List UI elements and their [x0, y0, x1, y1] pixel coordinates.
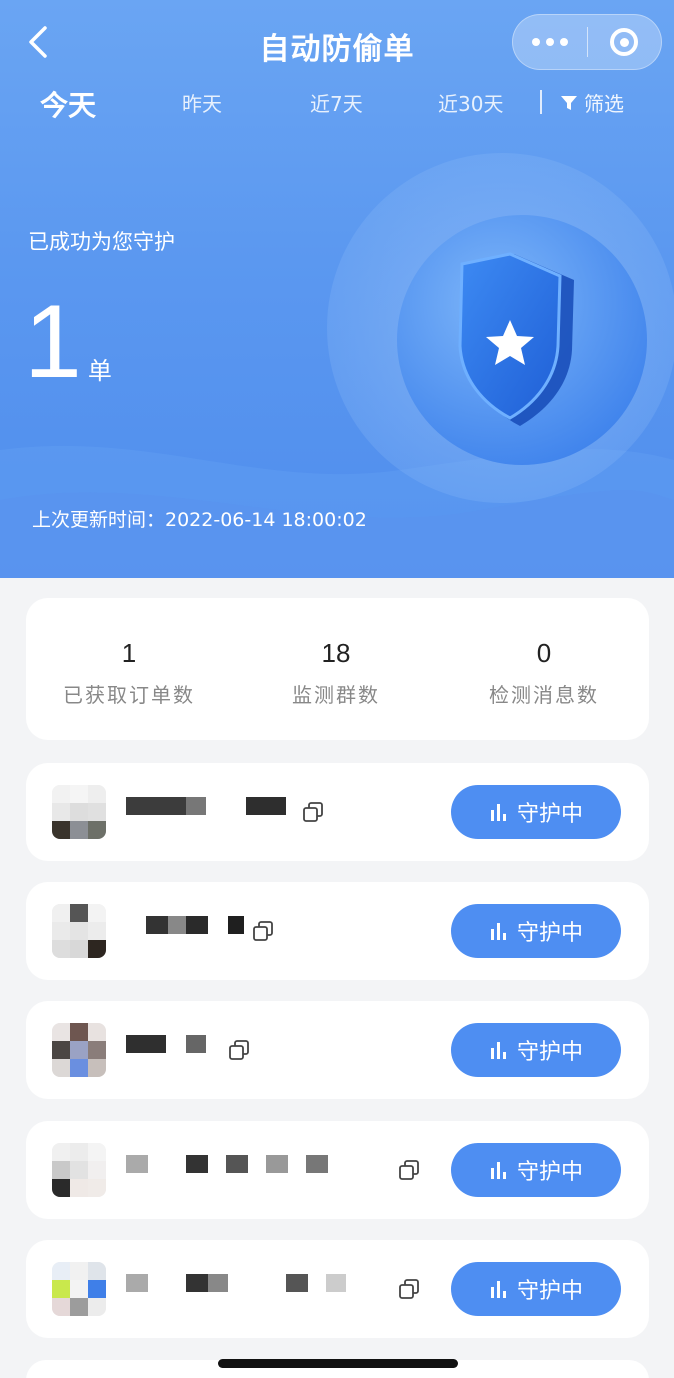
bar-chart-icon — [490, 923, 506, 940]
tab-7-days[interactable]: 近7天 — [310, 88, 363, 117]
tab-30-days[interactable]: 近30天 — [438, 88, 503, 117]
stats-card: 1 已获取订单数 18 监测群数 0 检测消息数 — [26, 598, 649, 740]
guarding-button-label: 守护中 — [516, 1160, 583, 1185]
stat-groups-label: 监测群数 — [292, 683, 380, 707]
guarding-button[interactable]: 守护中 — [451, 904, 621, 958]
bar-chart-icon — [490, 1281, 506, 1298]
stat-orders-value: 1 — [121, 638, 137, 668]
home-indicator — [218, 1359, 458, 1368]
group-card[interactable]: 守护中 — [26, 1121, 649, 1219]
navigation-bar: 自动防偷单 — [0, 0, 674, 86]
protected-count: 1 单 — [24, 284, 112, 400]
guarding-button[interactable]: 守护中 — [451, 1262, 621, 1316]
copy-icon[interactable] — [302, 801, 324, 823]
guarding-button[interactable]: 守护中 — [451, 1143, 621, 1197]
stat-messages: 0 检测消息数 — [444, 638, 644, 708]
group-card[interactable]: 守护中 — [26, 763, 649, 861]
stat-groups-value: 18 — [321, 638, 351, 668]
group-card[interactable]: 守护中 — [26, 882, 649, 980]
guarding-button-label: 守护中 — [516, 1040, 583, 1065]
protected-count-number: 1 — [24, 284, 82, 400]
protected-label: 已成功为您守护 — [28, 230, 175, 254]
stat-messages-value: 0 — [536, 638, 552, 668]
stat-messages-label: 检测消息数 — [489, 683, 599, 707]
tab-yesterday[interactable]: 昨天 — [182, 88, 222, 117]
tab-today[interactable]: 今天 — [40, 84, 96, 124]
stat-orders: 1 已获取订单数 — [29, 638, 229, 708]
copy-icon[interactable] — [398, 1278, 420, 1300]
tab-divider — [540, 90, 542, 114]
shield-star-icon — [458, 252, 574, 426]
stat-groups: 18 监测群数 — [236, 638, 436, 708]
group-avatar — [52, 1023, 106, 1077]
guarding-button-label: 守护中 — [516, 802, 583, 827]
filter-label: 筛选 — [584, 92, 624, 116]
group-card[interactable]: 守护中 — [26, 1240, 649, 1338]
protected-count-unit: 单 — [87, 357, 112, 385]
group-card[interactable]: 守护中 — [26, 1001, 649, 1099]
last-update-time: 上次更新时间：2022-06-14 18:00:02 — [32, 509, 367, 531]
close-button[interactable] — [588, 14, 662, 70]
group-avatar — [52, 785, 106, 839]
date-tabs: 今天 昨天 近7天 近30天 筛选 — [0, 88, 674, 138]
group-avatar — [52, 1143, 106, 1197]
copy-icon[interactable] — [398, 1159, 420, 1181]
filter-button[interactable]: 筛选 — [560, 88, 624, 117]
group-avatar — [52, 904, 106, 958]
guarding-button-label: 守护中 — [516, 1279, 583, 1304]
mini-program-capsule — [512, 14, 662, 70]
more-button[interactable] — [513, 14, 587, 70]
stat-orders-label: 已获取订单数 — [63, 683, 195, 707]
target-circle-icon — [610, 28, 639, 56]
group-avatar — [52, 1262, 106, 1316]
more-dots-icon — [531, 38, 568, 46]
guarding-button[interactable]: 守护中 — [451, 785, 621, 839]
bar-chart-icon — [490, 804, 506, 821]
bar-chart-icon — [490, 1042, 506, 1059]
bar-chart-icon — [490, 1162, 506, 1179]
guarding-button[interactable]: 守护中 — [451, 1023, 621, 1077]
funnel-icon — [561, 95, 577, 110]
hero-banner: 自动防偷单 今天 昨天 近7天 近30天 筛选 已成功为您守护 1 单 上次更新… — [0, 0, 674, 578]
copy-icon[interactable] — [228, 1039, 250, 1061]
guarding-button-label: 守护中 — [516, 921, 583, 946]
copy-icon[interactable] — [252, 920, 274, 942]
